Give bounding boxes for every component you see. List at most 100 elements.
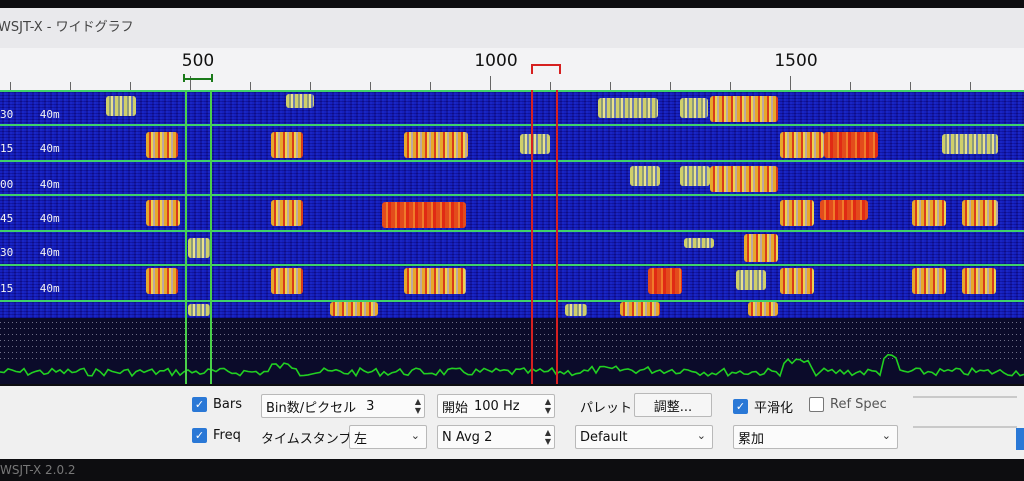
signal-trace bbox=[146, 268, 178, 294]
n-avg-value: N Avg 2 bbox=[442, 429, 493, 445]
row-label: 15 40m bbox=[0, 142, 60, 155]
status-text: WSJT-X 2.0.2 bbox=[0, 463, 76, 477]
row-band: 40m bbox=[39, 246, 60, 259]
row-separator bbox=[0, 264, 1024, 266]
row-band: 40m bbox=[39, 282, 60, 295]
signal-trace bbox=[912, 268, 946, 294]
row-separator bbox=[0, 90, 1024, 92]
row-separator bbox=[0, 300, 1024, 302]
signal-trace bbox=[286, 94, 314, 108]
palette-adjust-button[interactable]: 調整... bbox=[634, 393, 712, 417]
spin-arrows-icon[interactable]: ▲ ▼ bbox=[545, 428, 551, 446]
smoothing-label: 平滑化 bbox=[754, 401, 794, 416]
axis-tick bbox=[70, 82, 71, 90]
palette-label-text: パレット bbox=[580, 401, 633, 416]
palette-value: Default bbox=[580, 429, 628, 445]
tx-frequency-marker[interactable] bbox=[531, 64, 561, 74]
controls-panel: ✓ Bars Bin数/ピクセル 3 ▲ ▼ 開始 100 Hz ▲ ▼ パレット … bbox=[0, 386, 1024, 459]
slider-handle[interactable] bbox=[1016, 428, 1024, 450]
signal-trace bbox=[942, 134, 998, 154]
window-title: WSJT-X - ワイドグラフ bbox=[0, 20, 134, 35]
row-band: 40m bbox=[39, 212, 60, 225]
start-label: 開始 bbox=[442, 400, 469, 416]
signal-trace bbox=[680, 98, 708, 118]
bars-checkbox[interactable]: ✓ Bars bbox=[192, 397, 242, 412]
slider-track bbox=[913, 396, 1017, 398]
signal-trace bbox=[962, 200, 998, 226]
signal-trace bbox=[710, 96, 778, 122]
signal-trace bbox=[744, 234, 778, 262]
smoothing-checkbox[interactable]: ✓ 平滑化 bbox=[733, 397, 793, 416]
signal-trace bbox=[962, 268, 996, 294]
bars-label: Bars bbox=[213, 397, 243, 412]
row-time: 15 bbox=[0, 282, 14, 295]
bins-per-pixel-spinbox[interactable]: Bin数/ピクセル 3 ▲ ▼ bbox=[261, 394, 425, 418]
chevron-down-icon: ⌄ bbox=[881, 429, 891, 442]
signal-trace bbox=[780, 268, 814, 294]
ref-spec-checkbox[interactable]: Ref Spec bbox=[809, 397, 887, 412]
palette-label: パレット bbox=[580, 397, 632, 416]
spectrum-trace bbox=[0, 353, 1024, 378]
status-bar: WSJT-X 2.0.2 bbox=[0, 459, 1024, 481]
signal-trace bbox=[188, 238, 210, 258]
axis-tick bbox=[550, 82, 551, 90]
spin-arrows-icon[interactable]: ▲ ▼ bbox=[415, 397, 421, 415]
row-label: 15 40m bbox=[0, 282, 60, 295]
signal-trace bbox=[271, 132, 303, 158]
axis-tick bbox=[970, 82, 971, 90]
checkbox-icon bbox=[809, 397, 824, 412]
timestamp-select[interactable]: 左 ⌄ bbox=[349, 425, 427, 449]
ref-spec-label: Ref Spec bbox=[830, 397, 887, 412]
row-band: 40m bbox=[39, 108, 60, 121]
frequency-axis[interactable]: 500 1000 1500 bbox=[0, 48, 1024, 91]
n-avg-spinbox[interactable]: N Avg 2 ▲ ▼ bbox=[437, 425, 555, 449]
freq-checkbox[interactable]: ✓ Freq bbox=[192, 428, 241, 443]
check-icon: ✓ bbox=[192, 397, 207, 412]
spectrum-plot[interactable] bbox=[0, 318, 1024, 384]
signal-trace bbox=[330, 302, 378, 316]
row-label: 00 40m bbox=[0, 178, 60, 191]
row-time: 15 bbox=[0, 142, 14, 155]
signal-trace bbox=[598, 98, 658, 118]
row-separator bbox=[0, 124, 1024, 126]
row-label: 45 40m bbox=[0, 212, 60, 225]
axis-tick bbox=[10, 82, 11, 90]
signal-trace bbox=[736, 270, 766, 290]
accumulate-select[interactable]: 累加 ⌄ bbox=[733, 425, 898, 449]
signal-trace bbox=[188, 304, 210, 316]
row-separator bbox=[0, 194, 1024, 196]
timestamp-label-text: タイムスタンプ bbox=[261, 432, 352, 447]
freq-label-500: 500 bbox=[181, 51, 215, 71]
axis-tick bbox=[610, 82, 611, 90]
tx-marker-right-line bbox=[556, 90, 558, 384]
rx-marker-right-line bbox=[210, 90, 212, 384]
axis-tick bbox=[490, 76, 491, 90]
signal-trace bbox=[106, 96, 136, 116]
accumulate-value: 累加 bbox=[738, 431, 765, 447]
waterfall-display[interactable]: 30 40m 15 40m 00 40m 45 40m 30 40m 15 40… bbox=[0, 90, 1024, 318]
spin-arrows-icon[interactable]: ▲ ▼ bbox=[545, 397, 551, 415]
gain-sliders[interactable] bbox=[905, 388, 1024, 450]
start-frequency-spinbox[interactable]: 開始 100 Hz ▲ ▼ bbox=[437, 394, 555, 418]
axis-tick bbox=[250, 82, 251, 90]
palette-select[interactable]: Default ⌄ bbox=[575, 425, 713, 449]
axis-tick bbox=[910, 82, 911, 90]
row-separator bbox=[0, 230, 1024, 232]
signal-trace bbox=[404, 132, 468, 158]
slider-track bbox=[913, 426, 1017, 428]
signal-trace bbox=[780, 132, 824, 158]
check-icon: ✓ bbox=[733, 399, 748, 414]
rx-frequency-marker[interactable] bbox=[183, 74, 213, 82]
signal-trace bbox=[520, 134, 550, 154]
signal-trace bbox=[271, 200, 303, 226]
title-bar: WSJT-X - ワイドグラフ bbox=[0, 8, 1024, 48]
bins-value: 3 bbox=[366, 398, 375, 414]
signal-trace bbox=[620, 302, 660, 316]
freq-label: Freq bbox=[213, 428, 241, 443]
timestamp-label: タイムスタンプ bbox=[261, 428, 351, 447]
chevron-down-icon: ⌄ bbox=[410, 429, 420, 442]
row-time: 30 bbox=[0, 108, 14, 121]
axis-tick bbox=[850, 82, 851, 90]
tx-marker-left-line bbox=[531, 90, 533, 384]
signal-trace bbox=[271, 268, 303, 294]
